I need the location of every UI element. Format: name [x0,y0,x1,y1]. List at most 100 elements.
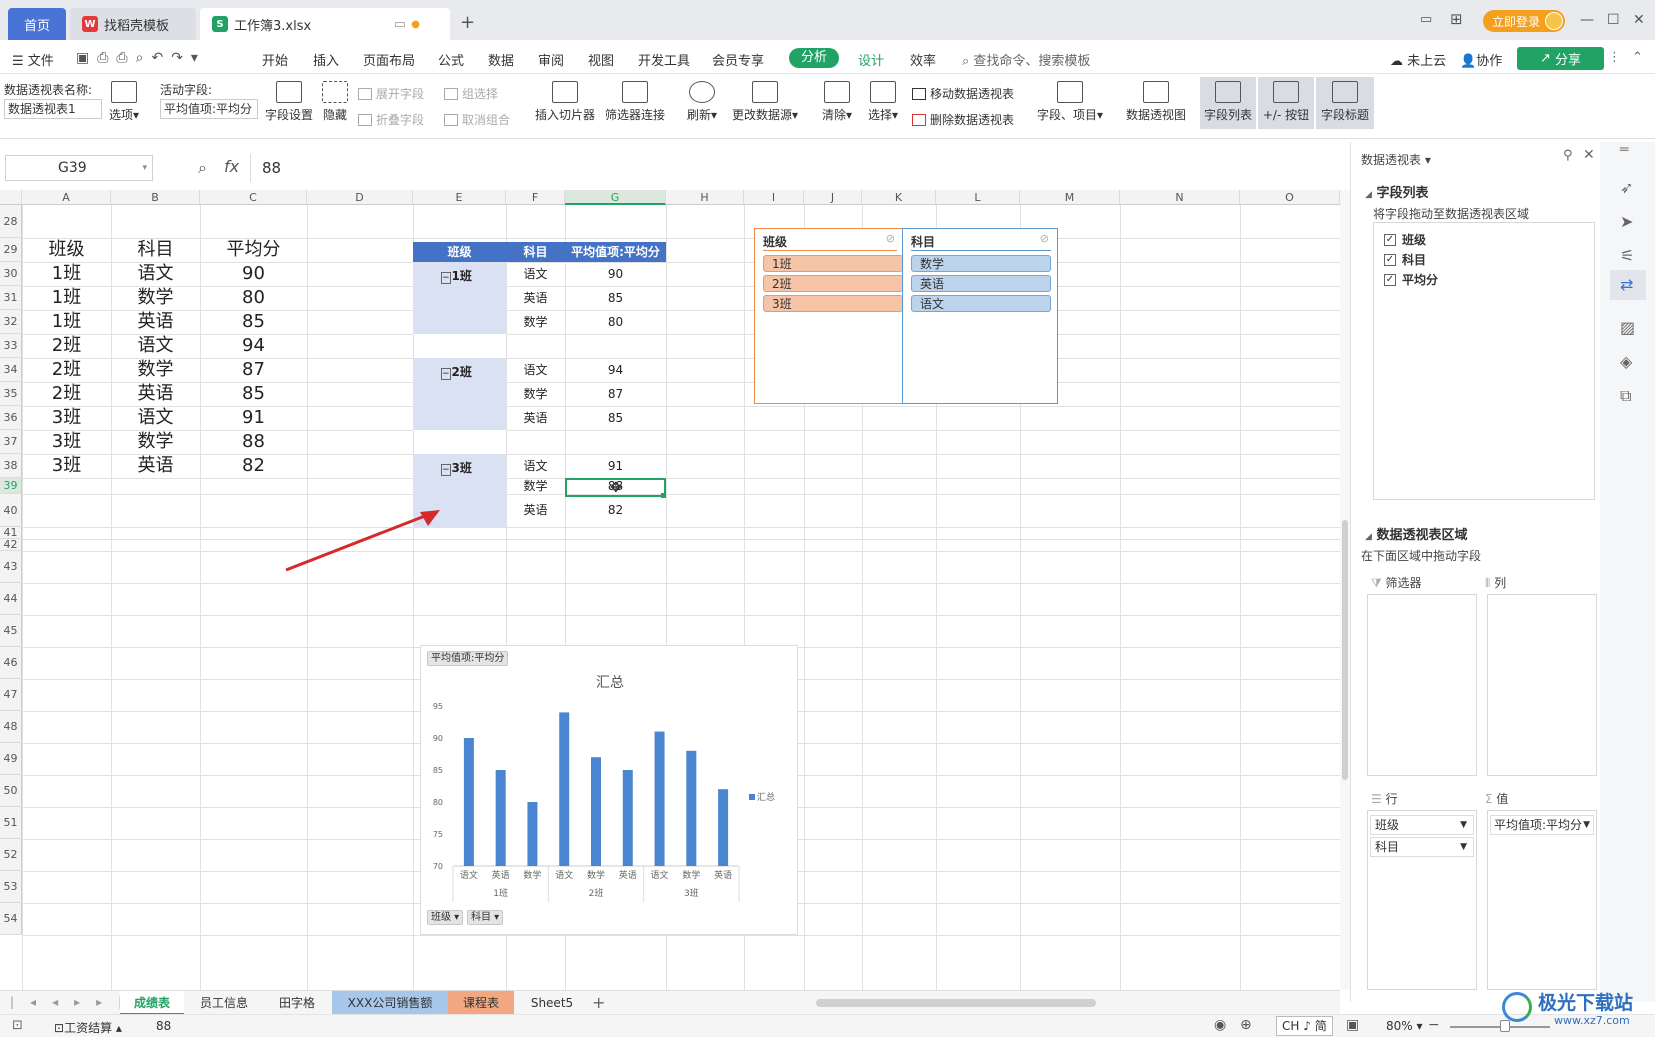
row-header[interactable]: 53 [0,871,22,903]
menu-start[interactable]: 开始 [262,50,288,69]
table-cell[interactable]: 语文 [111,334,200,358]
row-header[interactable]: 33 [0,334,22,358]
menu-page-layout[interactable]: 页面布局 [363,50,415,69]
corner-cell[interactable] [0,190,22,205]
tab-template[interactable]: W 找稻壳模板 [70,8,196,40]
filter-connection-button[interactable]: 筛选器连接 [604,81,666,123]
row-header[interactable]: 39 [0,478,22,494]
pivot-chart[interactable]: 平均值项:平均分 汇总 95 90 85 80 75 70 语文 英语 数学 语文 数学 英语 语文 数学… [420,645,798,935]
compass-icon[interactable]: ◈ [1620,352,1632,371]
table-cell[interactable]: 1班 [22,262,111,286]
quick-access-icons[interactable]: ▣⎙⎙⌕↶↷▾ [76,50,206,66]
menu-analyze[interactable]: 分析 [789,48,839,68]
layout-icon[interactable]: ▭ [1420,12,1432,27]
table-cell[interactable]: 数学 [111,430,200,454]
share-button[interactable]: ↗ 分享 [1517,47,1604,70]
clear-filter-icon[interactable]: ⊘ [886,232,895,245]
hide-button[interactable]: 隐藏 [320,81,350,123]
row-header[interactable]: 35 [0,382,22,406]
table-cell[interactable]: 1班 [22,310,111,334]
field-headers-button[interactable]: 字段标题 [1316,77,1374,129]
filter-area[interactable] [1367,594,1477,776]
table-cell[interactable]: 科目 [111,238,200,262]
horizontal-scrollbar[interactable] [816,999,1096,1007]
pivot-item-value[interactable]: 85 [565,286,666,310]
row-header[interactable]: 36 [0,406,22,430]
slicer-class[interactable]: 班级 ⊘ 1班 2班 3班 [754,228,904,404]
column-header[interactable]: J [804,190,862,205]
add-sheet-icon[interactable]: + [592,993,605,1012]
collapse-icon[interactable]: − [441,272,451,284]
column-header[interactable]: O [1240,190,1340,205]
pivot-group-label[interactable]: −2班 [441,363,472,380]
table-cell[interactable]: 2班 [22,382,111,406]
row-header[interactable]: 40 [0,494,22,527]
ime-indicator[interactable]: CH ♪ 简 [1276,1016,1333,1036]
expand-icon[interactable]: ═ [1620,142,1628,158]
menu-view[interactable]: 视图 [588,50,614,69]
pivot-item-value[interactable]: 82 [565,494,666,527]
table-cell[interactable]: 91 [200,406,307,430]
collab-button[interactable]: 👤协作 [1460,50,1502,69]
eye-icon[interactable]: ◉ [1214,1017,1226,1033]
menu-developer[interactable]: 开发工具 [638,50,690,69]
row-header[interactable]: 48 [0,711,22,743]
pivot-item-subject[interactable]: 语文 [506,262,565,286]
table-cell[interactable]: 90 [200,262,307,286]
record-icon[interactable]: ⊡ [12,1018,23,1033]
collapse-icon[interactable]: − [441,368,451,380]
table-cell[interactable]: 82 [200,454,307,478]
table-cell[interactable]: 平均分 [200,238,307,262]
table-cell[interactable]: 85 [200,310,307,334]
field-settings-button[interactable]: 字段设置 [262,81,316,123]
sheet-tab-0[interactable]: 成绩表 [120,991,184,1015]
table-cell[interactable]: 2班 [22,358,111,382]
insert-slicer-button[interactable]: 插入切片器 [534,81,596,123]
active-field-input[interactable]: 平均值项:平均分 [160,99,258,119]
plus-minus-button[interactable]: +/- 按钮 [1258,77,1314,129]
panel-title[interactable]: 数据透视表 ▾ [1361,151,1431,168]
pivot-item-value[interactable]: 87 [565,382,666,406]
value-field-chip[interactable]: 平均值项:平均分 ▼ [1490,815,1594,835]
group-select-button[interactable]: 组选择 [444,85,498,102]
sliders-icon[interactable]: ⚟ [1620,246,1634,265]
clear-button[interactable]: 清除▾ [820,81,854,123]
table-cell[interactable]: 英语 [111,454,200,478]
table-cell[interactable]: 3班 [22,406,111,430]
zoom-level[interactable]: 80% ▾ [1386,1019,1423,1033]
pivot-item-value[interactable]: 85 [565,406,666,430]
refresh-button[interactable]: 刷新▾ [684,81,720,123]
zoom-out-icon[interactable]: − [1428,1017,1440,1033]
tab-home[interactable]: 首页 [8,8,66,40]
pin-icon[interactable]: ⚲ [1563,148,1573,163]
rocket-icon[interactable]: ➶ [1620,178,1633,197]
row-header[interactable]: 38 [0,454,22,478]
field-item[interactable]: ✓ 班级 [1384,231,1426,248]
sheet-tab-5[interactable]: Sheet5 [514,991,590,1015]
pivot-item-value[interactable]: 91 [565,454,666,478]
pivot-item-subject[interactable]: 数学 [506,310,565,334]
table-cell[interactable]: 87 [200,358,307,382]
pivot-header[interactable]: 科目 [506,242,565,262]
row-header[interactable]: 51 [0,807,22,839]
normal-view-icon[interactable]: ▣ [1346,1017,1359,1033]
field-list-section[interactable]: ◢ 字段列表 [1365,182,1428,201]
row-header[interactable]: 47 [0,679,22,711]
menu-efficiency[interactable]: 效率 [910,50,936,69]
expand-field-button[interactable]: 展开字段 [358,85,424,102]
tab-workbook[interactable]: S 工作簿3.xlsx ▭ ● [200,8,450,40]
checkbox-checked-icon[interactable]: ✓ [1384,273,1396,286]
pivot-group-label[interactable]: −1班 [441,267,472,284]
menu-insert[interactable]: 插入 [313,50,339,69]
column-header[interactable]: M [1020,190,1120,205]
row-header[interactable]: 34 [0,358,22,382]
delete-pivot-button[interactable]: 删除数据透视表 [912,111,1014,128]
pivot-item-subject[interactable]: 数学 [506,382,565,406]
command-search[interactable]: ⌕ 查找命令、搜索模板 [962,50,1090,69]
row-area[interactable]: 班级 ▼ 科目 ▼ [1367,810,1477,990]
table-cell[interactable]: 1班 [22,286,111,310]
pivot-header[interactable]: 班级 [413,242,506,262]
table-cell[interactable]: 语文 [111,262,200,286]
row-header[interactable]: 46 [0,647,22,679]
table-cell[interactable]: 88 [200,430,307,454]
